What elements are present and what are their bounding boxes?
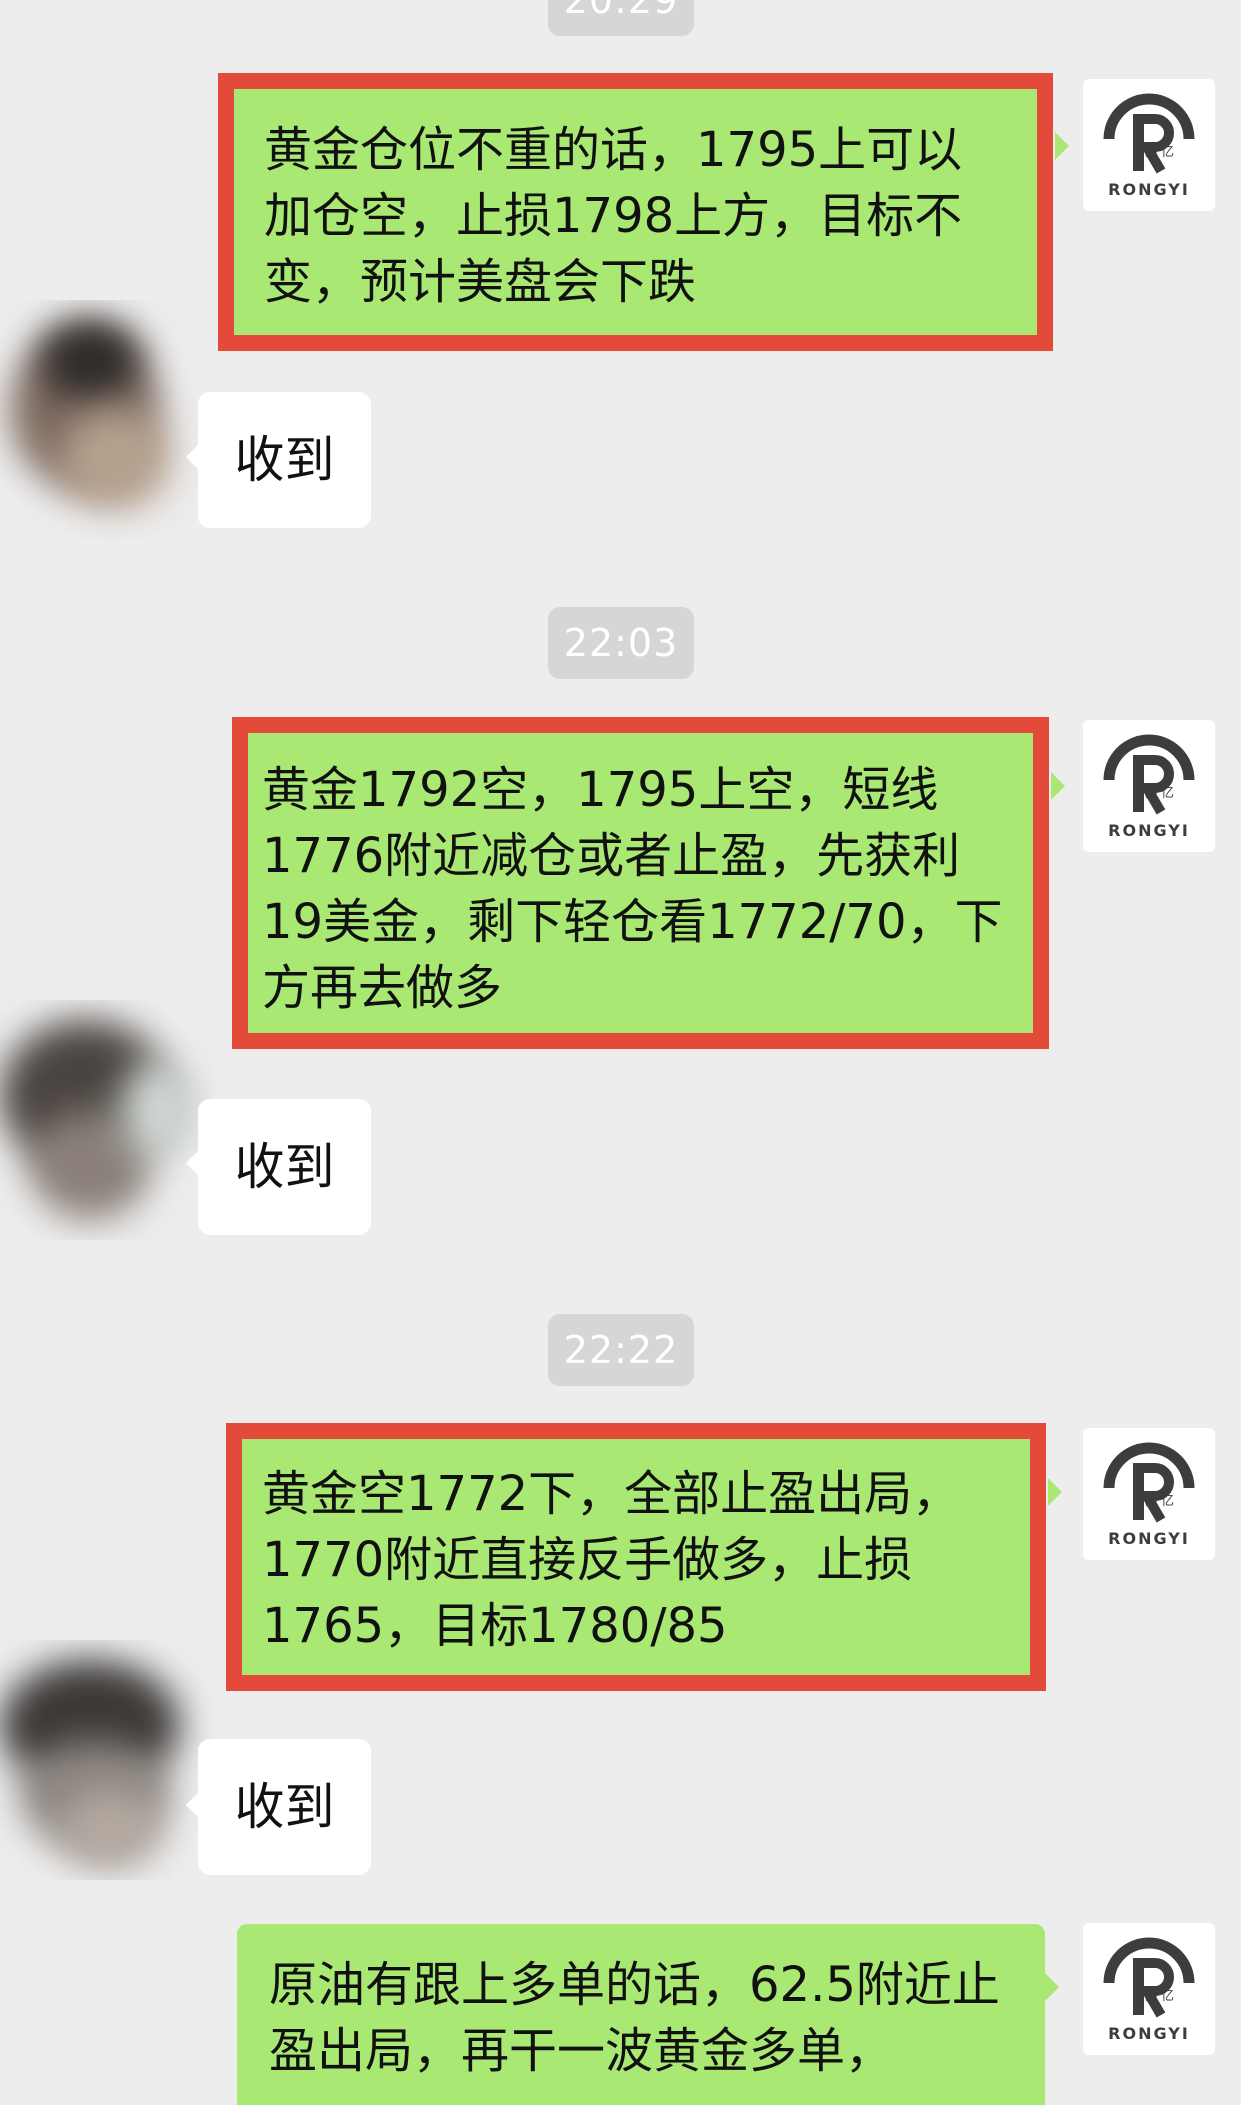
bubble-tail	[1045, 1973, 1059, 2001]
message-text: 黄金1792空，1795上空，短线1776附近减仓或者止盈，先获利19美金，剩下…	[262, 762, 1003, 1016]
bubble-tail	[1051, 772, 1065, 800]
message-bubble-incoming[interactable]: 收到	[198, 392, 371, 528]
timestamp-pill: 20:29	[548, 0, 694, 36]
avatar-logo[interactable]: 融亿 RONGYI	[1083, 1428, 1215, 1560]
avatar-logo[interactable]: 融亿 RONGYI	[1083, 79, 1215, 211]
contact-avatar[interactable]	[0, 300, 215, 540]
logo-chinese: 融亿	[1145, 786, 1178, 801]
message-text: 黄金仓位不重的话，1795上可以加仓空，止损1798上方，目标不变，预计美盘会下…	[264, 122, 963, 310]
message-bubble-incoming[interactable]: 收到	[198, 1739, 371, 1875]
logo-wordmark: RONGYI	[1108, 1529, 1190, 1548]
message-bubble-outgoing[interactable]: 黄金空1772下，全部止盈出局，1770附近直接反手做多，止损1765，目标17…	[226, 1423, 1046, 1691]
message-text: 原油有跟上多单的话，62.5附近止盈出局，再干一波黄金多单，	[269, 1957, 1000, 2079]
logo-wordmark: RONGYI	[1108, 821, 1190, 840]
logo-chinese: 融亿	[1145, 1494, 1178, 1509]
avatar-logo[interactable]: 融亿 RONGYI	[1083, 1923, 1215, 2055]
message-text: 收到	[234, 1778, 335, 1836]
contact-avatar[interactable]	[0, 1640, 215, 1880]
message-bubble-outgoing[interactable]: 黄金仓位不重的话，1795上可以加仓空，止损1798上方，目标不变，预计美盘会下…	[218, 73, 1053, 351]
message-text: 黄金空1772下，全部止盈出局，1770附近直接反手做多，止损1765，目标17…	[262, 1466, 961, 1654]
bubble-tail	[1055, 132, 1069, 160]
logo-chinese: 融亿	[1145, 145, 1178, 160]
message-bubble-outgoing[interactable]: 原油有跟上多单的话，62.5附近止盈出局，再干一波黄金多单，	[237, 1924, 1045, 2105]
message-bubble-incoming[interactable]: 收到	[198, 1099, 371, 1235]
logo-wordmark: RONGYI	[1108, 180, 1190, 199]
bubble-tail	[1048, 1478, 1062, 1506]
logo-chinese: 融亿	[1145, 1989, 1178, 2004]
timestamp-pill: 22:03	[548, 607, 694, 679]
message-text: 收到	[234, 431, 335, 489]
logo-wordmark: RONGYI	[1108, 2024, 1190, 2043]
timestamp-pill: 22:22	[548, 1314, 694, 1386]
avatar-logo[interactable]: 融亿 RONGYI	[1083, 720, 1215, 852]
contact-avatar[interactable]	[0, 1000, 215, 1240]
message-text: 收到	[234, 1138, 335, 1196]
message-bubble-outgoing[interactable]: 黄金1792空，1795上空，短线1776附近减仓或者止盈，先获利19美金，剩下…	[232, 717, 1049, 1049]
chat-window: 20:29 黄金仓位不重的话，1795上可以加仓空，止损1798上方，目标不变，…	[0, 0, 1241, 2105]
